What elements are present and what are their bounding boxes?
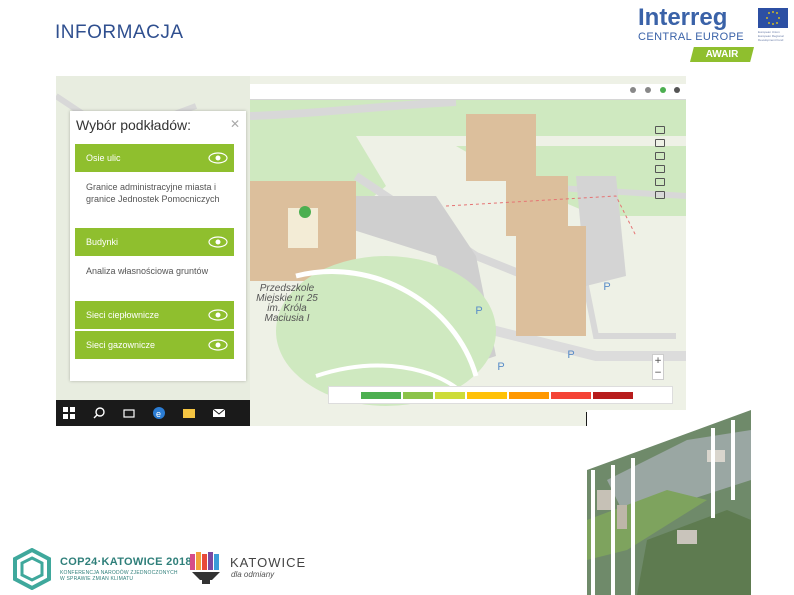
cop24-subtitle: KONFERENCJA NARODÓW ZJEDNOCZONYCH W SPRA…	[60, 570, 178, 582]
parking-label: P	[603, 281, 611, 293]
interreg-wordmark: Interreg	[638, 4, 728, 31]
eye-icon[interactable]	[208, 339, 228, 351]
katowice-logo: KATOWICE dla odmiany	[188, 548, 318, 588]
layer-item-analiza[interactable]: Analiza własnościowa gruntów	[75, 265, 234, 277]
cop24-title: COP24·KATOWICE 2018	[60, 556, 192, 568]
katowice-subtitle: dla odmiany	[231, 570, 275, 579]
mail-icon[interactable]	[212, 406, 226, 420]
panel-title: Wybór podkładów:	[76, 117, 192, 133]
legend-swatch	[551, 392, 591, 399]
katowice-emblem-icon	[190, 552, 220, 584]
map-toolbar	[652, 126, 668, 226]
star-icon[interactable]	[630, 87, 636, 93]
legend-swatch	[403, 392, 433, 399]
windows-taskbar: e	[56, 400, 250, 426]
search-icon[interactable]	[92, 406, 106, 420]
windows-start-icon[interactable]	[62, 406, 76, 420]
map-app-screenshot: Przedszkole Miejskie nr 25 im. Króla Mac…	[56, 76, 686, 426]
layer-label: Osie ulic	[86, 153, 121, 163]
interreg-logo: Interreg CENTRAL EUROPE European Union E…	[634, 4, 794, 64]
legend-swatch	[593, 392, 633, 399]
eye-icon[interactable]	[208, 309, 228, 321]
file-explorer-icon[interactable]	[182, 406, 196, 420]
parking-label: P	[475, 305, 483, 317]
extension-icon[interactable]	[660, 87, 666, 93]
measure-icon[interactable]	[655, 126, 665, 134]
layer-item-sieci-cieplownicze[interactable]: Sieci ciepłownicze	[75, 301, 234, 329]
layer-item-osie-ulic[interactable]: Osie ulic	[75, 144, 234, 172]
more-icon[interactable]	[674, 87, 680, 93]
school-label: Przedszkole Miejskie nr 25 im. Króla Mac…	[256, 283, 318, 324]
legend-swatch	[361, 392, 401, 399]
layer-label: Analiza własnościowa gruntów	[86, 266, 209, 276]
parking-label: P	[567, 349, 575, 361]
eu-funding-text: European Union European Regional Develop…	[758, 30, 784, 42]
bookmark-icon[interactable]	[655, 152, 665, 160]
share-icon[interactable]	[655, 178, 665, 186]
info-icon[interactable]	[655, 191, 665, 199]
layer-label: Sieci ciepłownicze	[86, 310, 160, 320]
close-icon[interactable]: ✕	[230, 117, 240, 131]
browser-toolbar	[250, 84, 686, 100]
menu-icon[interactable]	[645, 87, 651, 93]
interreg-region: CENTRAL EUROPE	[638, 31, 745, 43]
layer-item-granice[interactable]: Granice administracyjne miasta i granice…	[75, 181, 234, 205]
print-icon[interactable]	[655, 139, 665, 147]
zoom-in-button[interactable]: +	[653, 355, 663, 367]
katowice-title: KATOWICE	[230, 555, 307, 570]
edge-browser-icon[interactable]: e	[152, 406, 166, 420]
task-view-icon[interactable]	[122, 406, 136, 420]
city-aerial-photo	[587, 410, 751, 595]
eye-icon[interactable]	[208, 236, 228, 248]
air-quality-legend	[328, 386, 673, 404]
layer-label: Sieci gazownicze	[86, 340, 156, 350]
parking-label: P	[497, 361, 505, 373]
cop24-logo: COP24·KATOWICE 2018 KONFERENCJA NARODÓW …	[12, 548, 192, 590]
cop24-hexagon-icon	[13, 548, 51, 590]
eye-icon[interactable]	[208, 152, 228, 164]
awair-badge: AWAIR	[690, 47, 754, 62]
eu-flag-icon	[758, 8, 788, 28]
legend-swatch	[509, 392, 549, 399]
layer-panel: Wybór podkładów: ✕ Osie ulic Granice adm…	[70, 111, 246, 381]
layer-item-sieci-gazownicze[interactable]: Sieci gazownicze	[75, 331, 234, 359]
zoom-out-button[interactable]: −	[653, 367, 663, 379]
layer-label: Granice administracyjne miasta i granice…	[86, 182, 220, 204]
slide-title: INFORMACJA	[55, 22, 184, 43]
svg-text:e: e	[156, 409, 161, 419]
layer-label: Budynki	[86, 237, 119, 247]
legend-swatch	[435, 392, 465, 399]
visibility-icon[interactable]	[655, 165, 665, 173]
zoom-control: + −	[652, 354, 664, 380]
layer-item-budynki[interactable]: Budynki	[75, 228, 234, 256]
legend-swatch	[467, 392, 507, 399]
